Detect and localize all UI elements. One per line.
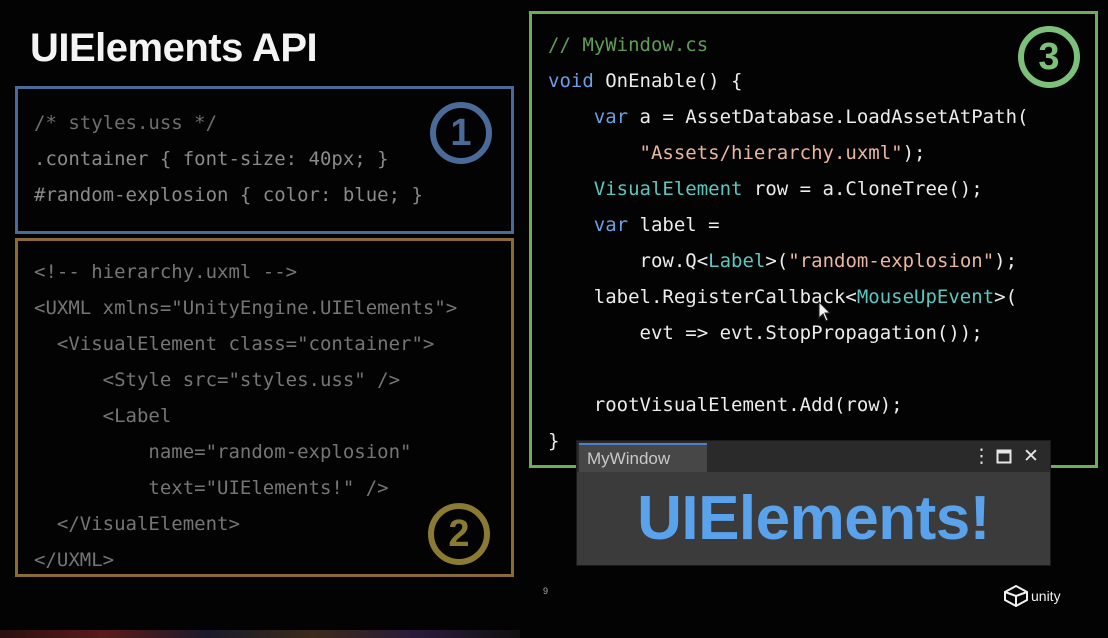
uxml-line: name="random-explosion" bbox=[34, 441, 412, 463]
cs-keyword: var bbox=[548, 106, 629, 128]
cs-text: row = a.CloneTree(); bbox=[742, 178, 983, 200]
uxml-line: <Style src="styles.uss" /> bbox=[34, 369, 401, 391]
cs-text: } bbox=[548, 430, 560, 452]
unity-logo: unity bbox=[1003, 585, 1061, 607]
badge-1: 1 bbox=[430, 102, 492, 164]
cs-comment: // MyWindow.cs bbox=[548, 34, 709, 56]
cs-text: rootVisualElement.Add(row); bbox=[548, 394, 903, 416]
cs-text: >( bbox=[994, 286, 1018, 308]
window-content: UIElements! bbox=[577, 472, 1050, 565]
uxml-line: <UXML xmlns="UnityEngine.UIElements"> bbox=[34, 297, 458, 319]
cs-keyword: void bbox=[548, 70, 594, 92]
cs-text: label = bbox=[628, 214, 720, 236]
uxml-line: <VisualElement class="container"> bbox=[34, 333, 435, 355]
cs-text: >( bbox=[765, 250, 789, 272]
uxml-line: </VisualElement> bbox=[34, 513, 240, 535]
cs-type: VisualElement bbox=[548, 178, 743, 200]
cs-text: a = AssetDatabase.LoadAssetAtPath( bbox=[628, 106, 1029, 128]
cs-text: label.RegisterCallback< bbox=[548, 286, 857, 308]
cs-type: MouseUpEvent bbox=[856, 286, 995, 308]
maximize-icon[interactable] bbox=[996, 444, 1012, 468]
uss-line-comment: /* styles.uss */ bbox=[34, 112, 218, 134]
csharp-code: // MyWindow.cs void OnEnable() { var a =… bbox=[548, 27, 1028, 459]
mywindow-editor-window: MyWindow ⋮ ✕ UIElements! bbox=[577, 441, 1050, 565]
csharp-code-panel: // MyWindow.cs void OnEnable() { var a =… bbox=[529, 11, 1098, 468]
cs-text: row.Q< bbox=[548, 250, 709, 272]
uxml-line: </UXML> bbox=[34, 549, 115, 571]
uielements-label: UIElements! bbox=[637, 484, 990, 553]
window-tab-bar: MyWindow ⋮ ✕ bbox=[577, 441, 1050, 472]
unity-logo-text: unity bbox=[1031, 588, 1061, 604]
slide-title: UIElements API bbox=[30, 26, 318, 70]
cs-text: evt => evt.StopPropagation()); bbox=[548, 322, 983, 344]
uxml-line: <!-- hierarchy.uxml --> bbox=[34, 261, 298, 283]
badge-3: 3 bbox=[1018, 26, 1080, 88]
cs-text: OnEnable() { bbox=[593, 70, 743, 92]
cs-type: Label bbox=[708, 250, 766, 272]
unity-cube-icon bbox=[1004, 585, 1028, 607]
uss-code: /* styles.uss */ .container { font-size:… bbox=[34, 105, 423, 213]
cs-text: ); bbox=[902, 142, 926, 164]
tab-mywindow[interactable]: MyWindow bbox=[579, 443, 707, 472]
cs-string: "Assets/hierarchy.uxml" bbox=[548, 142, 903, 164]
cs-string: "random-explosion" bbox=[788, 250, 995, 272]
uxml-line: <Label bbox=[34, 405, 172, 427]
more-menu-icon[interactable]: ⋮ bbox=[972, 444, 991, 468]
close-icon[interactable]: ✕ bbox=[1023, 444, 1039, 468]
page-number: 9 bbox=[543, 586, 549, 596]
uss-line-random-explosion: #random-explosion { color: blue; } bbox=[34, 184, 423, 206]
bottom-video-strip bbox=[0, 630, 520, 638]
uss-line-container: .container { font-size: 40px; } bbox=[34, 148, 389, 170]
uss-code-panel: /* styles.uss */ .container { font-size:… bbox=[15, 86, 514, 234]
badge-2: 2 bbox=[428, 503, 490, 565]
cs-text: ); bbox=[994, 250, 1018, 272]
cs-keyword: var bbox=[548, 214, 629, 236]
uxml-line: text="UIElements!" /> bbox=[34, 477, 389, 499]
mouse-cursor-icon bbox=[818, 301, 832, 322]
uxml-code: <!-- hierarchy.uxml --> <UXML xmlns="Uni… bbox=[34, 254, 457, 578]
